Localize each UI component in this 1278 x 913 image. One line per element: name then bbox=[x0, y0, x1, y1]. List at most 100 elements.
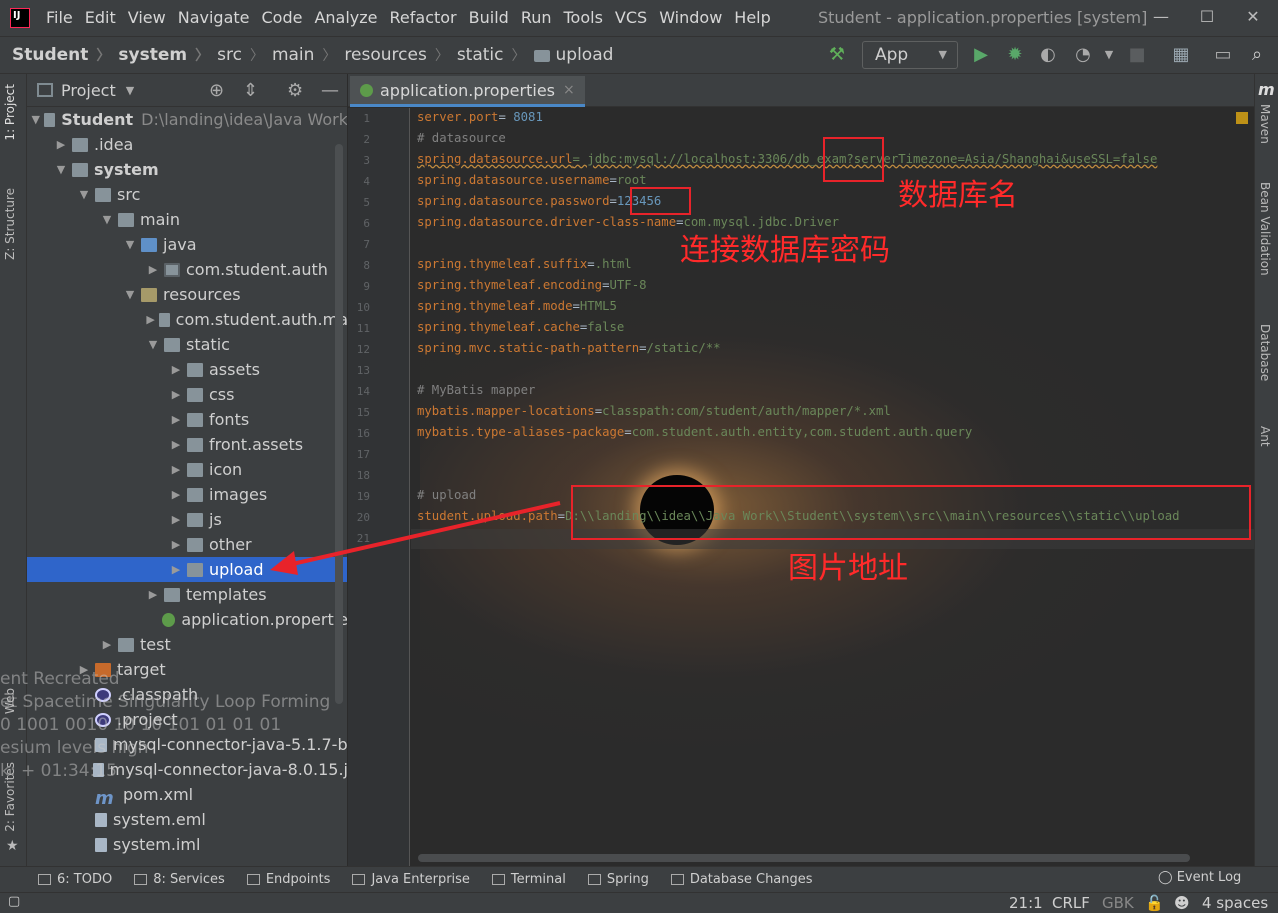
collapsed-arrow-icon[interactable]: ▶ bbox=[169, 538, 183, 551]
expanded-arrow-icon[interactable]: ▼ bbox=[31, 113, 40, 126]
tree-item[interactable]: ▼ system bbox=[27, 157, 347, 182]
event-log-button[interactable]: ◯ Event Log bbox=[1158, 870, 1241, 885]
minimize-button[interactable]: — bbox=[1138, 0, 1184, 36]
tree-item[interactable]: ▼ main bbox=[27, 207, 347, 232]
project-structure-icon[interactable]: ▦ bbox=[1170, 44, 1192, 66]
tree-item[interactable]: ▶ .idea bbox=[27, 132, 347, 157]
tree-item[interactable]: ▶ css bbox=[27, 382, 347, 407]
tree-item[interactable]: ▼ Student D:\landing\idea\Java Work bbox=[27, 107, 347, 132]
collapsed-arrow-icon[interactable]: ▶ bbox=[146, 313, 155, 326]
tree-item[interactable]: ▶ com.student.auth bbox=[27, 257, 347, 282]
run-configuration-select[interactable]: App ▼ bbox=[862, 41, 958, 69]
collapsed-arrow-icon[interactable]: ▶ bbox=[146, 263, 160, 276]
menu-file[interactable]: File bbox=[40, 0, 79, 36]
tool-window-endpoints[interactable]: Endpoints bbox=[246, 872, 330, 887]
tree-item[interactable]: ▶ fonts bbox=[27, 407, 347, 432]
collapsed-arrow-icon[interactable]: ▶ bbox=[100, 638, 114, 651]
collapsed-arrow-icon[interactable]: ▶ bbox=[169, 388, 183, 401]
collapsed-arrow-icon[interactable]: ▶ bbox=[169, 438, 183, 451]
collapsed-arrow-icon[interactable]: ▶ bbox=[169, 488, 183, 501]
collapsed-arrow-icon[interactable]: ▶ bbox=[146, 588, 160, 601]
inspector-icon[interactable]: ☻ bbox=[1174, 894, 1190, 912]
tool-window-java-enterprise[interactable]: Java Enterprise bbox=[352, 872, 470, 887]
stop-icon[interactable]: ■ bbox=[1126, 44, 1148, 66]
breadcrumb-student[interactable]: Student 〉 bbox=[12, 45, 118, 65]
editor-horizontal-scrollbar[interactable] bbox=[418, 854, 1190, 862]
tree-item[interactable]: ▶ test bbox=[27, 632, 347, 657]
coverage-icon[interactable]: ◐ bbox=[1037, 44, 1059, 66]
expanded-arrow-icon[interactable]: ▼ bbox=[100, 213, 114, 226]
tree-item[interactable]: ▶ icon bbox=[27, 457, 347, 482]
tree-item[interactable]: ▶ com.student.auth.ma bbox=[27, 307, 347, 332]
run-icon[interactable]: ▶ bbox=[970, 44, 992, 66]
tree-item[interactable]: ▼ resources bbox=[27, 282, 347, 307]
collapsed-arrow-icon[interactable]: ▶ bbox=[169, 463, 183, 476]
breadcrumb-system[interactable]: system 〉 bbox=[118, 45, 217, 65]
caret-position[interactable]: 21:1 bbox=[1009, 894, 1043, 912]
chevron-down-icon[interactable]: ▼ bbox=[1098, 44, 1120, 66]
profile-icon[interactable]: ◔ bbox=[1072, 44, 1094, 66]
build-hammer-icon[interactable]: ⚒ bbox=[826, 44, 848, 66]
menu-vcs[interactable]: VCS bbox=[609, 0, 653, 36]
tab-project[interactable]: 1: Project bbox=[3, 84, 17, 141]
breadcrumb-static[interactable]: static 〉 bbox=[457, 45, 534, 65]
terminal-icon[interactable]: ▭ bbox=[1212, 44, 1234, 66]
toggle-tool-windows-icon[interactable]: ▢ bbox=[8, 894, 20, 909]
maximize-button[interactable]: ☐ bbox=[1184, 0, 1230, 36]
inspection-status-icon[interactable] bbox=[1236, 112, 1248, 124]
close-tab-icon[interactable]: × bbox=[563, 82, 575, 98]
tree-item[interactable]: system.iml bbox=[27, 832, 347, 857]
search-icon[interactable]: ⌕ bbox=[1246, 44, 1268, 66]
tab-application-properties[interactable]: application.properties × bbox=[350, 76, 585, 107]
tool-window-6-todo[interactable]: 6: TODO bbox=[38, 872, 112, 887]
tab-bean-validation[interactable]: Bean Validation bbox=[1258, 182, 1272, 276]
expanded-arrow-icon[interactable]: ▼ bbox=[123, 238, 137, 251]
hide-panel-icon[interactable]: — bbox=[321, 80, 339, 101]
tree-item[interactable]: ▶ templates bbox=[27, 582, 347, 607]
tree-scrollbar[interactable] bbox=[335, 144, 343, 704]
tab-ant[interactable]: Ant bbox=[1258, 426, 1272, 447]
menu-edit[interactable]: Edit bbox=[79, 0, 122, 36]
tree-item[interactable]: ▶ front.assets bbox=[27, 432, 347, 457]
menu-window[interactable]: Window bbox=[653, 0, 728, 36]
tree-item[interactable]: system.eml bbox=[27, 807, 347, 832]
breadcrumb-upload[interactable]: upload bbox=[533, 45, 613, 65]
breadcrumb-resources[interactable]: resources 〉 bbox=[344, 45, 456, 65]
tree-item[interactable]: m pom.xml bbox=[27, 782, 347, 809]
menu-run[interactable]: Run bbox=[515, 0, 558, 36]
tab-structure[interactable]: Z: Structure bbox=[3, 188, 17, 260]
menu-build[interactable]: Build bbox=[463, 0, 515, 36]
menu-refactor[interactable]: Refactor bbox=[384, 0, 463, 36]
lock-icon[interactable]: 🔓 bbox=[1145, 894, 1164, 912]
tool-window-terminal[interactable]: Terminal bbox=[491, 872, 566, 887]
tool-window-spring[interactable]: Spring bbox=[587, 872, 649, 887]
tool-window-database-changes[interactable]: Database Changes bbox=[670, 872, 813, 887]
expanded-arrow-icon[interactable]: ▼ bbox=[146, 338, 160, 351]
locate-target-icon[interactable]: ⊕ bbox=[209, 80, 224, 101]
menu-code[interactable]: Code bbox=[256, 0, 309, 36]
file-encoding[interactable]: GBK bbox=[1102, 894, 1134, 912]
tree-item[interactable]: ▼ java bbox=[27, 232, 347, 257]
debug-icon[interactable]: ✹ bbox=[1004, 44, 1026, 66]
collapsed-arrow-icon[interactable]: ▶ bbox=[54, 138, 68, 151]
expanded-arrow-icon[interactable]: ▼ bbox=[123, 288, 137, 301]
collapsed-arrow-icon[interactable]: ▶ bbox=[169, 363, 183, 376]
tool-window-8-services[interactable]: 8: Services bbox=[134, 872, 225, 887]
tab-maven[interactable]: Maven bbox=[1258, 104, 1272, 144]
tab-database[interactable]: Database bbox=[1258, 324, 1272, 381]
close-button[interactable]: ✕ bbox=[1230, 0, 1276, 36]
tree-item[interactable]: ▶ assets bbox=[27, 357, 347, 382]
menu-tools[interactable]: Tools bbox=[558, 0, 609, 36]
collapsed-arrow-icon[interactable]: ▶ bbox=[169, 513, 183, 526]
menu-analyze[interactable]: Analyze bbox=[308, 0, 383, 36]
tree-item[interactable]: application.propertie bbox=[27, 607, 347, 632]
chevron-down-icon[interactable]: ▼ bbox=[126, 84, 134, 97]
tree-item[interactable]: ▼ src bbox=[27, 182, 347, 207]
project-view-select[interactable]: Project bbox=[61, 81, 116, 100]
menu-help[interactable]: Help bbox=[728, 0, 776, 36]
tree-item[interactable]: ▼ static bbox=[27, 332, 347, 357]
menu-view[interactable]: View bbox=[122, 0, 172, 36]
collapsed-arrow-icon[interactable]: ▶ bbox=[169, 563, 183, 576]
expanded-arrow-icon[interactable]: ▼ bbox=[54, 163, 68, 176]
breadcrumb-main[interactable]: main 〉 bbox=[272, 45, 344, 65]
